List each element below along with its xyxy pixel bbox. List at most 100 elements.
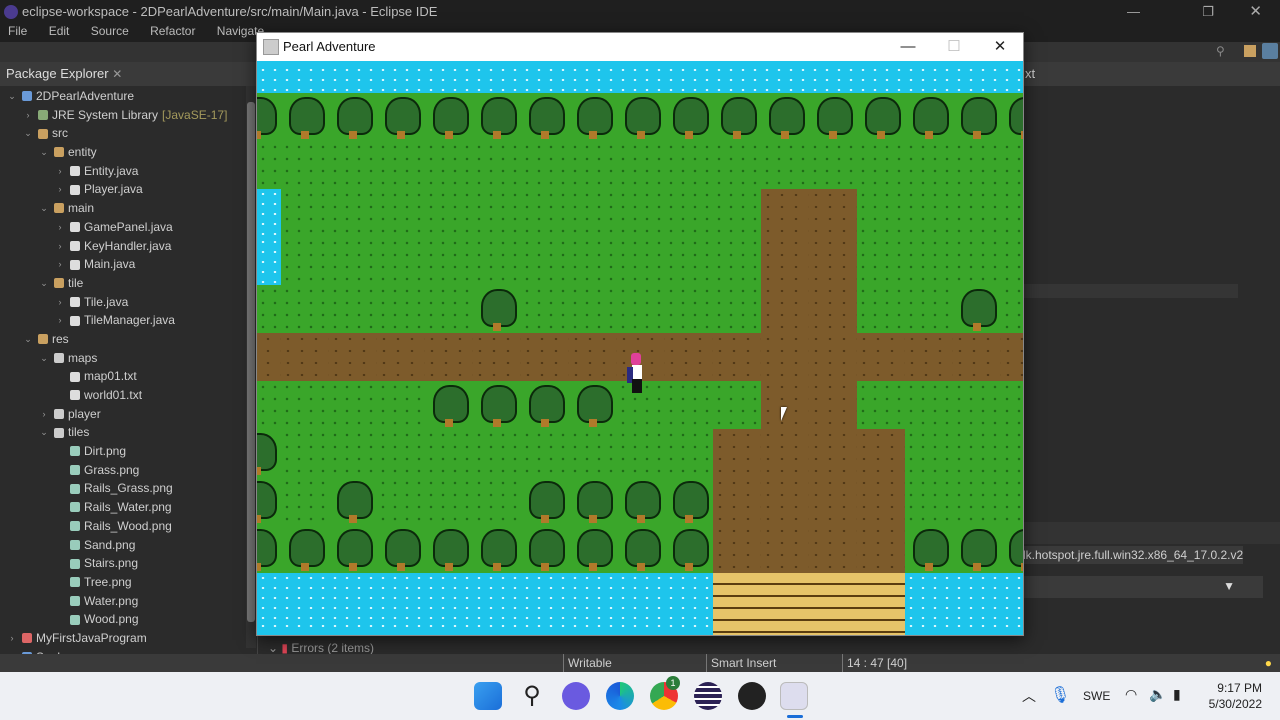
tree-item[interactable]: › player [0, 405, 257, 424]
clock-date[interactable]: 5/30/2022 [1209, 697, 1262, 711]
tree-item[interactable]: ⌄ maps [0, 349, 257, 368]
chrome-icon[interactable]: 1 [650, 676, 680, 710]
tree-item[interactable]: › Player.java [0, 180, 257, 199]
tree-item[interactable]: map01.txt [0, 367, 257, 386]
game-maximize-button[interactable]: ☐ [931, 33, 977, 61]
chevron-down-icon[interactable]: ⌄ [38, 349, 50, 368]
status-writable: Writable [563, 654, 612, 672]
grass-tile [857, 189, 905, 237]
chevron-down-icon[interactable]: ⌄ [6, 87, 18, 106]
chevron-down-icon[interactable]: ⌄ [22, 330, 34, 349]
chevron-right-icon[interactable]: › [54, 162, 66, 181]
obs-icon[interactable] [738, 682, 766, 710]
tree-item[interactable]: Rails_Grass.png [0, 479, 257, 498]
water-tile [857, 61, 905, 93]
water-tile [617, 61, 665, 93]
volume-icon[interactable]: 🔈 [1149, 686, 1166, 703]
grass-tile [905, 285, 953, 333]
menu-source[interactable]: Source [91, 24, 129, 38]
chevron-right-icon[interactable]: › [54, 237, 66, 256]
tree-item[interactable]: Rails_Wood.png [0, 517, 257, 536]
tree-item[interactable]: › JRE System Library [JavaSE-17] [0, 106, 257, 125]
restore-button[interactable]: ❐ [1202, 0, 1214, 24]
menu-edit[interactable]: Edit [49, 24, 70, 38]
tree-item[interactable]: ⌄ 2DPearlAdventure [0, 87, 257, 106]
tree-item[interactable]: ⌄ entity [0, 143, 257, 162]
tree-item[interactable]: ⌄ tile [0, 274, 257, 293]
tree-item[interactable]: Wood.png [0, 610, 257, 629]
ide-title: eclipse-workspace - 2DPearlAdventure/src… [22, 4, 438, 19]
search-icon[interactable]: ⚲ [1216, 44, 1225, 58]
chevron-right-icon[interactable]: › [54, 311, 66, 330]
clock-time[interactable]: 9:17 PM [1217, 681, 1262, 695]
tree-item[interactable]: › Entity.java [0, 162, 257, 181]
tree-item[interactable]: › GamePanel.java [0, 218, 257, 237]
chevron-right-icon[interactable]: › [54, 180, 66, 199]
tree-item[interactable]: ⌄ src [0, 124, 257, 143]
microphone-icon[interactable]: 🎙 [1050, 685, 1070, 705]
tree-item[interactable]: Tree.png [0, 573, 257, 592]
java-app-taskbar-icon[interactable] [780, 682, 808, 718]
eclipse-icon[interactable] [694, 682, 722, 710]
grass-tile [617, 189, 665, 237]
tree-item[interactable]: Rails_Water.png [0, 498, 257, 517]
tree-item-label: tile [68, 275, 84, 290]
tree-item[interactable]: Stairs.png [0, 554, 257, 573]
chevron-down-icon[interactable]: ⌄ [38, 143, 50, 162]
game-title: Pearl Adventure [283, 39, 376, 54]
package-explorer-tab[interactable]: Package Explorer ✕ [0, 62, 257, 86]
tree-tile [257, 93, 281, 141]
minimize-button[interactable]: — [1127, 0, 1140, 24]
tree-item-label: Grass.png [84, 462, 140, 477]
water-tile [377, 573, 425, 621]
chevron-down-icon[interactable]: ⌄ [22, 124, 34, 143]
teams-chat-icon[interactable] [562, 682, 590, 710]
start-icon[interactable] [474, 682, 502, 710]
java-perspective-icon[interactable] [1262, 43, 1278, 59]
edge-icon[interactable] [606, 682, 634, 710]
tree-item[interactable]: Sand.png [0, 536, 257, 555]
wifi-icon[interactable]: ◠ [1125, 686, 1137, 703]
close-tab-icon[interactable]: ✕ [112, 67, 122, 81]
chevron-right-icon[interactable]: › [54, 255, 66, 274]
lightbulb-icon[interactable]: ● [1265, 654, 1272, 672]
tree-item[interactable]: ⌄ tiles [0, 423, 257, 442]
tree-item[interactable]: › KeyHandler.java [0, 237, 257, 256]
chevron-right-icon[interactable]: › [54, 218, 66, 237]
chevron-right-icon[interactable]: › [6, 629, 18, 648]
tree-item[interactable]: world01.txt [0, 386, 257, 405]
outline-tab[interactable]: xt [1023, 62, 1280, 86]
chevron-down-icon[interactable]: ⌄ [38, 423, 50, 442]
water-tile [761, 61, 809, 93]
grass-tile [569, 237, 617, 285]
chevron-down-icon[interactable]: ⌄ [38, 199, 50, 218]
close-button[interactable]: ✕ [1249, 0, 1262, 24]
tree-item[interactable]: ⌄ main [0, 199, 257, 218]
tree-item[interactable]: ⌄ res [0, 330, 257, 349]
chevron-up-icon[interactable]: ︿ [1022, 686, 1036, 706]
scrollbar[interactable] [246, 86, 256, 648]
menu-refactor[interactable]: Refactor [150, 24, 195, 38]
menu-file[interactable]: File [8, 24, 27, 38]
search-icon[interactable]: ⚲ [518, 682, 546, 710]
chevron-right-icon[interactable]: › [38, 405, 50, 424]
tree-item[interactable]: Grass.png [0, 461, 257, 480]
language-indicator[interactable]: SWE [1083, 689, 1110, 703]
grass-tile [569, 285, 617, 333]
tree-item[interactable]: › MyFirstJavaProgram [0, 629, 257, 648]
tree-item[interactable]: Water.png [0, 592, 257, 611]
chevron-right-icon[interactable]: › [54, 293, 66, 312]
chevron-down-icon[interactable]: ⌄ [38, 274, 50, 293]
open-perspective-icon[interactable] [1244, 45, 1256, 57]
tree-tile [905, 93, 953, 141]
tree-item[interactable]: Dirt.png [0, 442, 257, 461]
tree-item[interactable]: › TileManager.java [0, 311, 257, 330]
battery-icon[interactable]: ▮ [1173, 686, 1181, 703]
chevron-right-icon[interactable]: › [22, 106, 34, 125]
game-canvas[interactable] [257, 61, 1023, 635]
filter-icon[interactable]: ▼ [1223, 579, 1235, 593]
tree-item[interactable]: › Tile.java [0, 293, 257, 312]
game-minimize-button[interactable]: — [885, 33, 931, 61]
game-close-button[interactable]: ✕ [977, 33, 1023, 61]
tree-item[interactable]: › Main.java [0, 255, 257, 274]
